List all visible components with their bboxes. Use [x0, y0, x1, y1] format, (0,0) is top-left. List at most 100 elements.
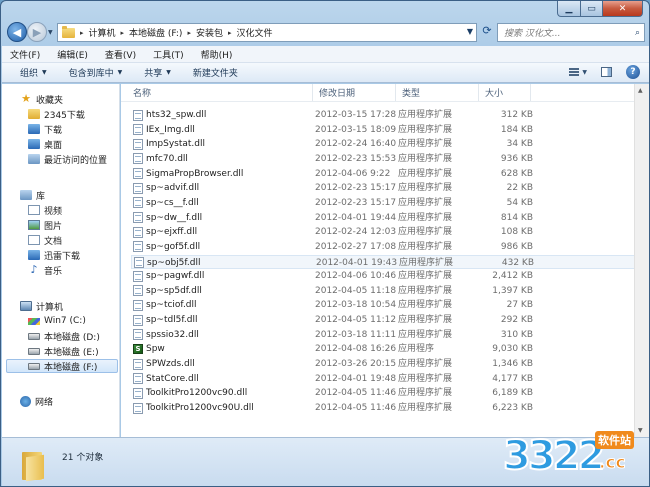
file-row[interactable]: sp~tdl5f.dll 2012-04-05 11:12 应用程序扩展 292 KB [131, 313, 649, 327]
document-icon [28, 235, 40, 245]
address-dropdown-icon[interactable]: ▼ [467, 27, 473, 36]
file-row[interactable]: StatCore.dll 2012-04-01 19:48 应用程序扩展 4,177 … [131, 372, 649, 386]
file-type: 应用程序扩展 [398, 212, 453, 223]
help-icon[interactable]: ? [626, 65, 640, 79]
nav-drive-f[interactable]: 本地磁盘 (F:) [6, 359, 118, 373]
file-name-cell: hts32_spw.dll [133, 108, 309, 122]
file-type: 应用程序扩展 [398, 285, 453, 296]
minimize-button[interactable]: ▁ [557, 1, 581, 17]
file-row[interactable]: sp~pagwf.dll 2012-04-06 10:46 应用程序扩展 2,412 … [131, 269, 649, 283]
recent-places-icon [28, 154, 40, 164]
file-row[interactable]: sp~sp5df.dll 2012-04-05 11:18 应用程序扩展 1,397 … [131, 284, 649, 298]
folder-icon [62, 25, 75, 38]
share-label: 共享 [144, 69, 163, 79]
refresh-button[interactable]: ⟳ [479, 24, 495, 41]
watermark-number: 3322 [502, 433, 606, 479]
preview-pane-icon[interactable] [601, 67, 612, 77]
file-row[interactable]: sp~gof5f.dll 2012-02-27 17:08 应用程序扩展 986 KB [131, 240, 649, 254]
menu-file[interactable]: 文件(F) [10, 48, 40, 61]
breadcrumb-install-pkg[interactable]: 安装包 [196, 26, 223, 39]
file-date: 2012-04-05 11:12 [315, 315, 397, 326]
file-row[interactable]: ToolkitPro1200vc90U.dll 2012-04-05 11:46 应… [131, 401, 649, 415]
maximize-button[interactable]: ▭ [581, 1, 603, 17]
file-date: 2012-02-27 17:08 [315, 241, 397, 252]
file-row[interactable]: sp~dw__f.dll 2012-04-01 19:44 应用程序扩展 814 KB [131, 211, 649, 225]
file-row[interactable]: SigmaPropBrowser.dll 2012-04-06 9:22 应用程序扩… [131, 167, 649, 181]
file-size: 6,223 KB [492, 403, 533, 413]
recent-pages-dropdown[interactable]: ▼ [48, 29, 53, 36]
menu-edit[interactable]: 编辑(E) [57, 48, 88, 61]
nav-label: 计算机 [36, 302, 64, 313]
file-size: 628 KB [500, 168, 533, 179]
dll-file-icon [133, 153, 143, 165]
close-button[interactable]: ✕ [603, 1, 643, 17]
file-row[interactable]: sp~tciof.dll 2012-03-18 10:54 应用程序扩展 27 KB [131, 298, 649, 312]
file-row[interactable]: sp~obj5f.dll 2012-04-01 19:43 应用程序扩展 432 KB [131, 254, 649, 269]
menu-view[interactable]: 查看(V) [105, 48, 136, 61]
file-name: sp~obj5f.dll [147, 257, 201, 268]
include-library-button[interactable]: 包含到库中 ▼ [69, 66, 123, 79]
file-row[interactable]: sp~advif.dll 2012-02-23 15:17 应用程序扩展 22 KB [131, 181, 649, 195]
file-row[interactable]: IEx_Img.dll 2012-03-15 18:09 应用程序扩展 184 KB [131, 123, 649, 137]
column-header-size[interactable]: 大小 [479, 84, 531, 101]
chevron-right-icon: ▸ [227, 28, 232, 37]
organize-button[interactable]: 组织 ▼ [20, 66, 47, 79]
windows-drive-icon [28, 317, 40, 325]
breadcrumb-current[interactable]: 汉化文件 [237, 26, 273, 39]
address-bar[interactable]: ▸ 计算机 ▸ 本地磁盘 (F:) ▸ 安装包 ▸ 汉化文件 ▼ [57, 23, 477, 42]
watermark-logo: 3322 软件站 .cc [501, 421, 649, 486]
folder-large-icon [22, 448, 46, 482]
view-options-button[interactable]: ▼ [569, 68, 587, 76]
folder-icon [28, 109, 40, 119]
breadcrumb-drive-f[interactable]: 本地磁盘 (F:) [129, 26, 182, 39]
vertical-scrollbar[interactable]: ▲ ▼ [634, 84, 649, 437]
file-row[interactable]: ToolkitPro1200vc90.dll 2012-04-05 11:46 应用… [131, 386, 649, 400]
forward-button[interactable]: ▶ [27, 22, 47, 42]
search-placeholder: 搜索 汉化文... [504, 29, 561, 39]
file-type: 应用程序扩展 [398, 388, 453, 399]
search-input[interactable]: 搜索 汉化文... ⌕ [497, 23, 645, 42]
music-icon: ♪ [30, 263, 38, 276]
file-name: sp~tciof.dll [146, 300, 197, 311]
file-name: sp~gof5f.dll [146, 241, 201, 252]
file-row[interactable]: spssio32.dll 2012-03-18 11:11 应用程序扩展 310 KB [131, 328, 649, 342]
file-date: 2012-03-15 18:09 [315, 124, 397, 135]
menu-help[interactable]: 帮助(H) [201, 48, 233, 61]
nav-label: 收藏夹 [36, 95, 64, 106]
scroll-up-icon[interactable]: ▲ [638, 87, 643, 94]
menu-tools[interactable]: 工具(T) [153, 48, 184, 61]
nav-label: 最近访问的位置 [44, 155, 108, 166]
share-button[interactable]: 共享 ▼ [144, 66, 171, 79]
file-row[interactable]: hts32_spw.dll 2012-03-15 17:28 应用程序扩展 312 K… [131, 108, 649, 122]
file-size: 1,346 KB [492, 359, 533, 370]
back-button[interactable]: ◀ [7, 22, 27, 42]
breadcrumb-computer[interactable]: 计算机 [89, 26, 116, 39]
file-name: SPWzds.dll [146, 359, 195, 370]
column-label: 类型 [402, 89, 421, 99]
chevron-right-icon: ▸ [80, 28, 84, 37]
new-folder-button[interactable]: 新建文件夹 [193, 66, 238, 79]
file-row[interactable]: sp~ejxff.dll 2012-02-24 12:03 应用程序扩展 108 KB [131, 225, 649, 239]
file-type: 应用程序扩展 [398, 359, 453, 370]
file-type: 应用程序扩展 [398, 329, 453, 340]
file-row[interactable]: mfc70.dll 2012-02-23 15:53 应用程序扩展 936 KB [131, 152, 649, 166]
file-row[interactable]: ImpSystat.dll 2012-02-24 16:40 应用程序扩展 34 KB [131, 137, 649, 151]
column-header-type[interactable]: 类型 [396, 84, 479, 101]
file-date: 2012-03-15 17:28 [315, 110, 397, 120]
drive-icon [28, 332, 40, 340]
file-row[interactable]: S Spw 2012-04-08 16:26 应用程序 9,030 KB [131, 342, 649, 356]
column-header-name[interactable]: 名称 [127, 84, 313, 101]
file-date: 2012-04-06 10:46 [315, 271, 397, 282]
file-size: 54 KB [506, 197, 533, 208]
file-name: sp~dw__f.dll [146, 212, 203, 223]
item-count: 21 个对象 [62, 453, 104, 463]
column-header-date[interactable]: 修改日期 [313, 84, 396, 101]
dll-file-icon [133, 285, 143, 297]
file-size: 184 KB [500, 124, 533, 135]
file-date: 2012-04-05 11:46 [315, 403, 397, 413]
file-name: ToolkitPro1200vc90.dll [146, 388, 248, 399]
file-row[interactable]: sp~cs__f.dll 2012-02-23 15:17 应用程序扩展 54 KB [131, 196, 649, 210]
chevron-right-icon: ▸ [120, 28, 125, 37]
column-label: 修改日期 [319, 89, 356, 99]
file-row[interactable]: SPWzds.dll 2012-03-26 20:15 应用程序扩展 1,346 KB [131, 357, 649, 371]
